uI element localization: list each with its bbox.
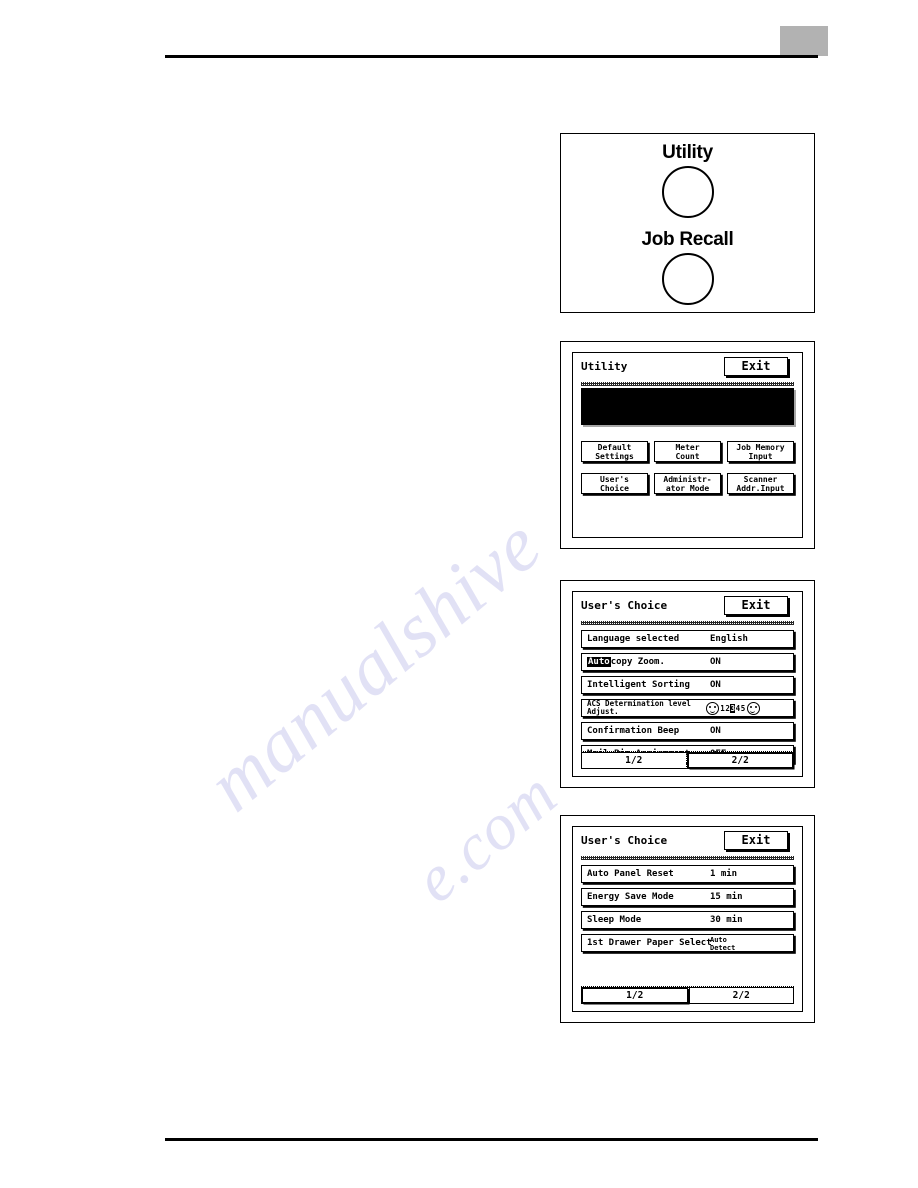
acs-scale-numbers: 1 2 3 4 5: [720, 704, 746, 713]
figure-users-choice-page2: User's Choice Exit Language selected Eng…: [560, 580, 815, 788]
uc1-pager: 1/2 2/2: [581, 986, 794, 1004]
utility-button-default-settings[interactable]: Default Settings: [581, 441, 648, 462]
utility-button-line1: Default: [597, 442, 632, 452]
uc1-row-sleep-mode[interactable]: Sleep Mode 30 min: [581, 911, 794, 929]
uc1-pager-tab-1[interactable]: 1/2: [582, 987, 688, 1003]
uc1-pager-tab-2[interactable]: 2/2: [689, 987, 793, 1003]
utility-button-line2: ator Mode: [665, 483, 710, 493]
uc2-titlebar: User's Choice Exit: [581, 596, 794, 620]
utility-button-line1: Administr-: [663, 474, 712, 484]
utility-button-job-memory-input[interactable]: Job Memory Input: [727, 441, 794, 462]
lcd-screen-users-choice-page1: User's Choice Exit Auto Panel Reset 1 mi…: [572, 826, 803, 1012]
uc2-row-label: Language selected: [587, 634, 680, 644]
uc2-row-label-rest: copy Zoom.: [610, 657, 665, 667]
utility-button-line2: Settings: [595, 451, 634, 461]
face-icon-right: [746, 702, 760, 715]
uc1-row-value: 15 min: [710, 892, 743, 902]
uc1-row-value: 1 min: [710, 869, 738, 879]
uc1-exit-button[interactable]: Exit: [724, 831, 788, 850]
uc1-titlebar: User's Choice Exit: [581, 831, 794, 855]
lcd-screen-users-choice-page2: User's Choice Exit Language selected Eng…: [572, 591, 803, 777]
utility-button-line2: Addr.Input: [736, 483, 785, 493]
uc1-row-value-line2: Detect: [710, 943, 736, 952]
job-recall-key-label: Job Recall: [641, 229, 734, 250]
uc2-screen-title: User's Choice: [581, 599, 668, 612]
uc1-row-1st-drawer-paper-select[interactable]: 1st Drawer Paper Select Auto Detect: [581, 934, 794, 952]
utility-button-line2: Input: [748, 451, 773, 461]
header-rule: [165, 55, 818, 58]
utility-button-users-choice[interactable]: User's Choice: [581, 473, 648, 494]
face-icon-left: [706, 702, 719, 715]
uc1-row-label: 1st Drawer Paper Select: [587, 938, 712, 948]
uc2-row-value: English: [710, 634, 748, 644]
lcd-screen-utility: Utility Exit Default Settings Meter Coun…: [572, 352, 803, 538]
uc2-row-label-highlight: Auto: [587, 657, 611, 667]
utility-exit-button[interactable]: Exit: [724, 357, 788, 376]
uc1-screen-title: User's Choice: [581, 834, 668, 847]
uc1-settings-list: Auto Panel Reset 1 min Energy Save Mode …: [581, 865, 794, 952]
uc2-row-language-selected[interactable]: Language selected English: [581, 630, 794, 648]
job-recall-key-button[interactable]: [661, 253, 714, 305]
uc2-settings-list: Language selected English Autocopy Zoom.…: [581, 630, 794, 763]
utility-button-line2: Count: [675, 451, 700, 461]
watermark-text-primary: manualshive: [190, 500, 558, 828]
utility-button-line1: Scanner: [743, 474, 778, 484]
uc1-row-label: Sleep Mode: [587, 915, 642, 925]
uc1-row-label: Auto Panel Reset: [587, 869, 674, 879]
acs-number[interactable]: 5: [740, 704, 746, 713]
figure-utility-screen: Utility Exit Default Settings Meter Coun…: [560, 341, 815, 549]
uc2-pager-tab-2[interactable]: 2/2: [687, 752, 793, 768]
uc2-pager-tab-1[interactable]: 1/2: [582, 752, 686, 768]
figure-users-choice-page1: User's Choice Exit Auto Panel Reset 1 mi…: [560, 815, 815, 1023]
uc2-row-label: ACS Determination level Adjust.: [587, 700, 691, 716]
utility-button-scanner-addr-input[interactable]: Scanner Addr.Input: [727, 473, 794, 494]
uc1-row-value: Auto Detect: [710, 936, 736, 952]
uc2-row-label: Intelligent Sorting: [587, 680, 690, 690]
uc2-row-label-line2: Adjust.: [587, 707, 619, 716]
utility-key-label: Utility: [662, 142, 713, 163]
utility-message-banner: [581, 388, 794, 425]
uc2-row-label: Confirmation Beep: [587, 726, 680, 736]
uc2-row-value: ON: [710, 726, 721, 736]
uc2-row-intelligent-sorting[interactable]: Intelligent Sorting ON: [581, 676, 794, 694]
uc2-exit-button[interactable]: Exit: [724, 596, 788, 615]
page-tab-marker: [780, 26, 828, 56]
utility-title-divider: [581, 382, 794, 386]
utility-button-administrator-mode[interactable]: Administr- ator Mode: [654, 473, 721, 494]
uc2-row-confirmation-beep[interactable]: Confirmation Beep ON: [581, 722, 794, 740]
uc2-row-autocopy-zoom[interactable]: Autocopy Zoom. ON: [581, 653, 794, 671]
uc2-row-value: ON: [710, 657, 721, 667]
uc1-row-value: 30 min: [710, 915, 743, 925]
utility-button-line1: Job Memory: [736, 442, 785, 452]
utility-button-line1: User's: [600, 474, 629, 484]
utility-button-line2: Choice: [600, 483, 629, 493]
watermark-text-secondary: e.com: [400, 757, 571, 917]
uc1-title-divider: [581, 856, 794, 860]
utility-key-button[interactable]: [661, 166, 714, 218]
uc1-row-auto-panel-reset[interactable]: Auto Panel Reset 1 min: [581, 865, 794, 883]
utility-button-grid: Default Settings Meter Count Job Memory …: [581, 441, 794, 494]
uc2-title-divider: [581, 621, 794, 625]
uc2-row-value: ON: [710, 680, 721, 690]
figure-control-panel-keys: Utility Job Recall: [560, 133, 815, 313]
uc1-row-label: Energy Save Mode: [587, 892, 674, 902]
uc1-row-energy-save-mode[interactable]: Energy Save Mode 15 min: [581, 888, 794, 906]
footer-rule: [165, 1138, 818, 1141]
uc2-row-acs-determination-level[interactable]: ACS Determination level Adjust. 1 2 3 4 …: [581, 699, 794, 717]
utility-screen-title: Utility: [581, 360, 628, 373]
utility-titlebar: Utility Exit: [581, 357, 794, 381]
uc2-row-label: Autocopy Zoom.: [587, 657, 665, 667]
utility-button-line1: Meter: [675, 442, 700, 452]
utility-button-meter-count[interactable]: Meter Count: [654, 441, 721, 462]
uc2-pager: 1/2 2/2: [581, 751, 794, 769]
acs-level-scale[interactable]: 1 2 3 4 5: [706, 702, 760, 715]
